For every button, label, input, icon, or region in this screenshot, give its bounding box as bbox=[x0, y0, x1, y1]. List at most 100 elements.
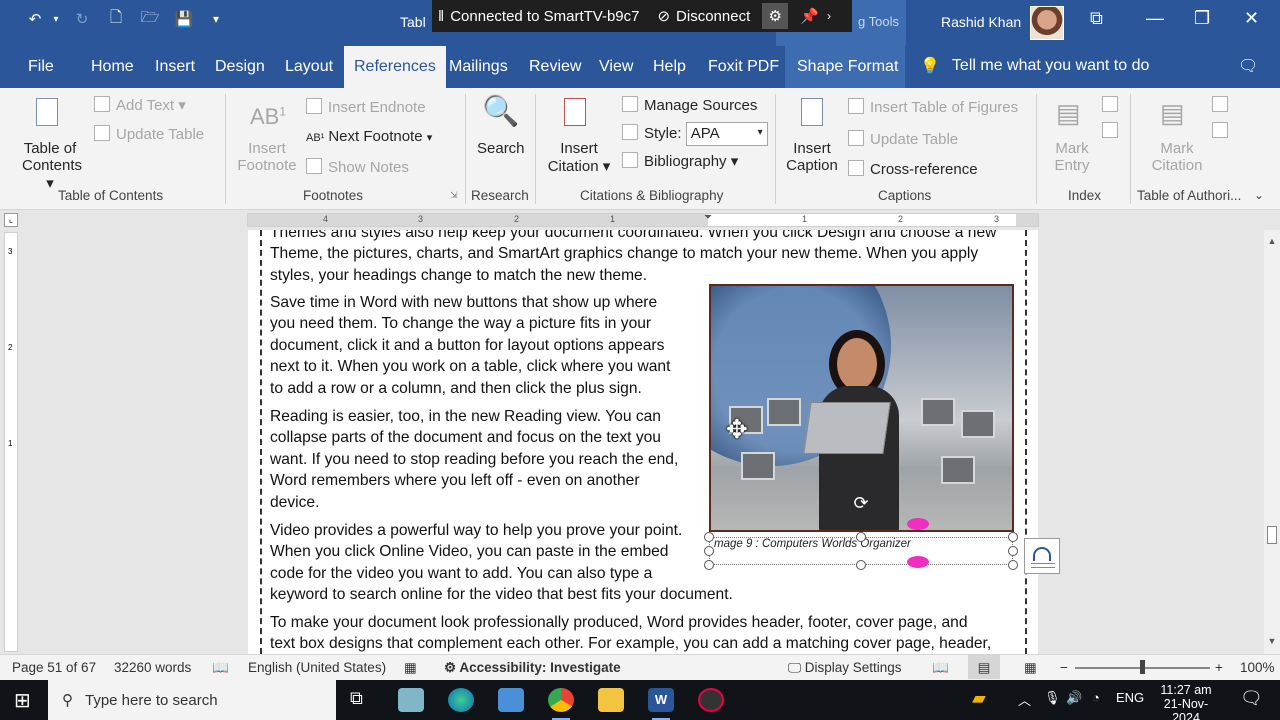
avatar[interactable] bbox=[1030, 6, 1064, 40]
tab-selector[interactable]: ⌞ bbox=[4, 213, 18, 227]
customize-qat-icon[interactable]: ▾ bbox=[206, 6, 226, 32]
document-area[interactable]: 3 2 1 Themes and styles also help keep y… bbox=[0, 230, 1264, 654]
zoom-slider-thumb[interactable] bbox=[1140, 660, 1145, 674]
windows-start-icon[interactable]: ⊞ bbox=[14, 688, 31, 713]
print-layout-icon[interactable]: ▤ bbox=[968, 655, 1000, 679]
proofing-icon[interactable]: 📖 bbox=[212, 660, 229, 676]
paragraph-5[interactable]: To make your document look professionall… bbox=[270, 612, 991, 654]
search-button[interactable]: Search bbox=[477, 140, 525, 157]
disconnect-button[interactable]: Disconnect bbox=[676, 8, 750, 25]
tab-foxit-pdf[interactable]: Foxit PDF bbox=[708, 58, 779, 76]
comments-icon[interactable]: 🗨 bbox=[1238, 56, 1258, 76]
resize-handle[interactable] bbox=[856, 560, 866, 570]
table-of-contents-button[interactable]: Table of Contents ▾ bbox=[22, 140, 82, 192]
resize-handle[interactable] bbox=[1008, 560, 1018, 570]
resize-handle[interactable] bbox=[704, 546, 714, 556]
collapse-ribbon-icon[interactable]: ⌄ bbox=[1254, 188, 1264, 202]
indent-marker-icon[interactable]: ⏷ bbox=[704, 212, 712, 223]
tell-me-box[interactable]: 💡 Tell me what you want to do bbox=[920, 56, 1149, 76]
gear-icon[interactable]: ⚙ bbox=[762, 3, 789, 29]
tab-insert[interactable]: Insert bbox=[155, 58, 195, 76]
scroll-up-icon[interactable]: ▲ bbox=[1266, 236, 1278, 248]
language[interactable]: English (United States) bbox=[248, 660, 386, 675]
taskbar-search[interactable]: ⚲ Type here to search bbox=[48, 680, 336, 720]
paragraph-3[interactable]: Reading is easier, too, in the new Readi… bbox=[270, 406, 678, 513]
taskbar-app-icon[interactable]: ▰ bbox=[972, 688, 986, 709]
vertical-scrollbar[interactable]: ▲ ▼ bbox=[1264, 230, 1280, 654]
bibliography-button[interactable]: Bibliography ▾ bbox=[622, 152, 738, 170]
web-layout-icon[interactable]: ▦ bbox=[1024, 660, 1037, 676]
obs-icon[interactable] bbox=[698, 688, 724, 712]
save-icon[interactable]: 💾 bbox=[172, 6, 196, 32]
notifications-icon[interactable]: 🗨 bbox=[1240, 688, 1263, 709]
zoom-out-icon[interactable]: − bbox=[1060, 660, 1068, 675]
word-count[interactable]: 32260 words bbox=[114, 660, 191, 675]
tab-references[interactable]: References bbox=[344, 46, 446, 88]
search-icon[interactable]: 🔍 bbox=[482, 94, 519, 129]
wifi-icon[interactable]: ◔ bbox=[1092, 690, 1100, 705]
insert-citation-button[interactable]: Insert Citation ▾ bbox=[543, 140, 615, 175]
open-folder-icon[interactable]: 🗁 bbox=[138, 6, 162, 32]
resize-handle[interactable] bbox=[704, 532, 714, 542]
tab-file[interactable]: File bbox=[28, 58, 54, 76]
manage-sources-button[interactable]: Manage Sources bbox=[622, 96, 757, 114]
file-explorer-icon[interactable] bbox=[598, 688, 624, 712]
minimize-icon[interactable]: — bbox=[1146, 8, 1164, 29]
ribbon-display-options-icon[interactable]: ⧉ bbox=[1090, 8, 1103, 29]
next-footnote-button[interactable]: AB¹ Next Footnote ▾ bbox=[306, 128, 432, 145]
tab-shape-format[interactable]: Shape Format bbox=[797, 58, 898, 76]
new-document-icon[interactable]: 🗋 bbox=[104, 6, 128, 32]
insert-caption-button[interactable]: Insert Caption bbox=[784, 140, 840, 174]
zoom-in-icon[interactable]: + bbox=[1215, 660, 1223, 675]
restore-icon[interactable]: ❐ bbox=[1194, 8, 1210, 29]
resize-handle[interactable] bbox=[856, 532, 866, 542]
task-view-icon[interactable]: ⧉ bbox=[350, 688, 363, 709]
app-icon[interactable] bbox=[398, 688, 424, 712]
scroll-down-icon[interactable]: ▼ bbox=[1266, 636, 1278, 648]
paragraph-1[interactable]: Themes and styles also help keep your do… bbox=[270, 230, 996, 286]
pin-icon[interactable]: 📌 bbox=[800, 7, 819, 25]
style-dropdown[interactable]: APA ▾ bbox=[685, 122, 768, 146]
app-icon[interactable] bbox=[498, 688, 524, 712]
tab-design[interactable]: Design bbox=[215, 58, 265, 76]
resize-handle[interactable] bbox=[1008, 532, 1018, 542]
tab-help[interactable]: Help bbox=[653, 58, 686, 76]
horizontal-ruler[interactable]: 4 3 2 1 1 2 3 ⏷ bbox=[247, 212, 1039, 227]
tab-mailings[interactable]: Mailings bbox=[449, 58, 508, 76]
layout-options-icon[interactable] bbox=[1024, 538, 1060, 574]
text-predictions-icon[interactable]: ▦ bbox=[404, 660, 417, 676]
accessibility-status[interactable]: ⚙ Accessibility: Investigate bbox=[444, 660, 621, 676]
tab-home[interactable]: Home bbox=[91, 58, 134, 76]
resize-handle[interactable] bbox=[704, 560, 714, 570]
tray-expand-icon[interactable]: ︿ bbox=[1018, 690, 1031, 709]
disconnect-icon[interactable]: ⊘ bbox=[657, 7, 670, 25]
table-of-contents-icon[interactable] bbox=[36, 98, 58, 130]
undo-dropdown-icon[interactable]: ▾ bbox=[50, 6, 62, 32]
image-caption[interactable]: mage 9 : Computers Worlds Organizer bbox=[714, 538, 911, 550]
clock[interactable]: 11:27 am 21-Nov-2024 bbox=[1150, 683, 1222, 720]
input-language[interactable]: ENG bbox=[1116, 690, 1144, 705]
user-name[interactable]: Rashid Khan bbox=[941, 14, 1021, 30]
style-selector[interactable]: Style: APA ▾ bbox=[622, 122, 768, 146]
display-settings-button[interactable]: 🖵 Display Settings bbox=[788, 660, 902, 676]
close-icon[interactable]: ✕ bbox=[1244, 8, 1259, 29]
scroll-thumb[interactable] bbox=[1267, 526, 1277, 544]
chrome-icon[interactable] bbox=[548, 688, 574, 720]
paragraph-2[interactable]: Save time in Word with new buttons that … bbox=[270, 292, 670, 399]
footnote-dialog-launcher-icon[interactable]: ⇲ bbox=[450, 190, 458, 201]
resize-handle[interactable] bbox=[1008, 546, 1018, 556]
page-count[interactable]: Page 51 of 67 bbox=[12, 660, 96, 675]
cross-reference-button[interactable]: Cross-reference bbox=[848, 160, 978, 178]
microphone-icon[interactable]: 🎙 bbox=[1044, 690, 1061, 706]
read-mode-icon[interactable]: 📖 bbox=[932, 660, 949, 676]
tab-layout[interactable]: Layout bbox=[285, 58, 333, 76]
edge-icon[interactable] bbox=[448, 688, 474, 712]
insert-caption-icon[interactable] bbox=[801, 98, 823, 130]
insert-citation-icon[interactable] bbox=[564, 98, 586, 130]
paragraph-4[interactable]: Video provides a powerful way to help yo… bbox=[270, 520, 733, 606]
undo-icon[interactable]: ↶ bbox=[22, 6, 48, 32]
tab-view[interactable]: View bbox=[599, 58, 633, 76]
chevron-right-icon[interactable]: › bbox=[827, 9, 831, 23]
cast-drag-icon[interactable]: ‖ bbox=[438, 8, 444, 25]
rotate-handle-icon[interactable]: ⟳ bbox=[850, 493, 872, 515]
